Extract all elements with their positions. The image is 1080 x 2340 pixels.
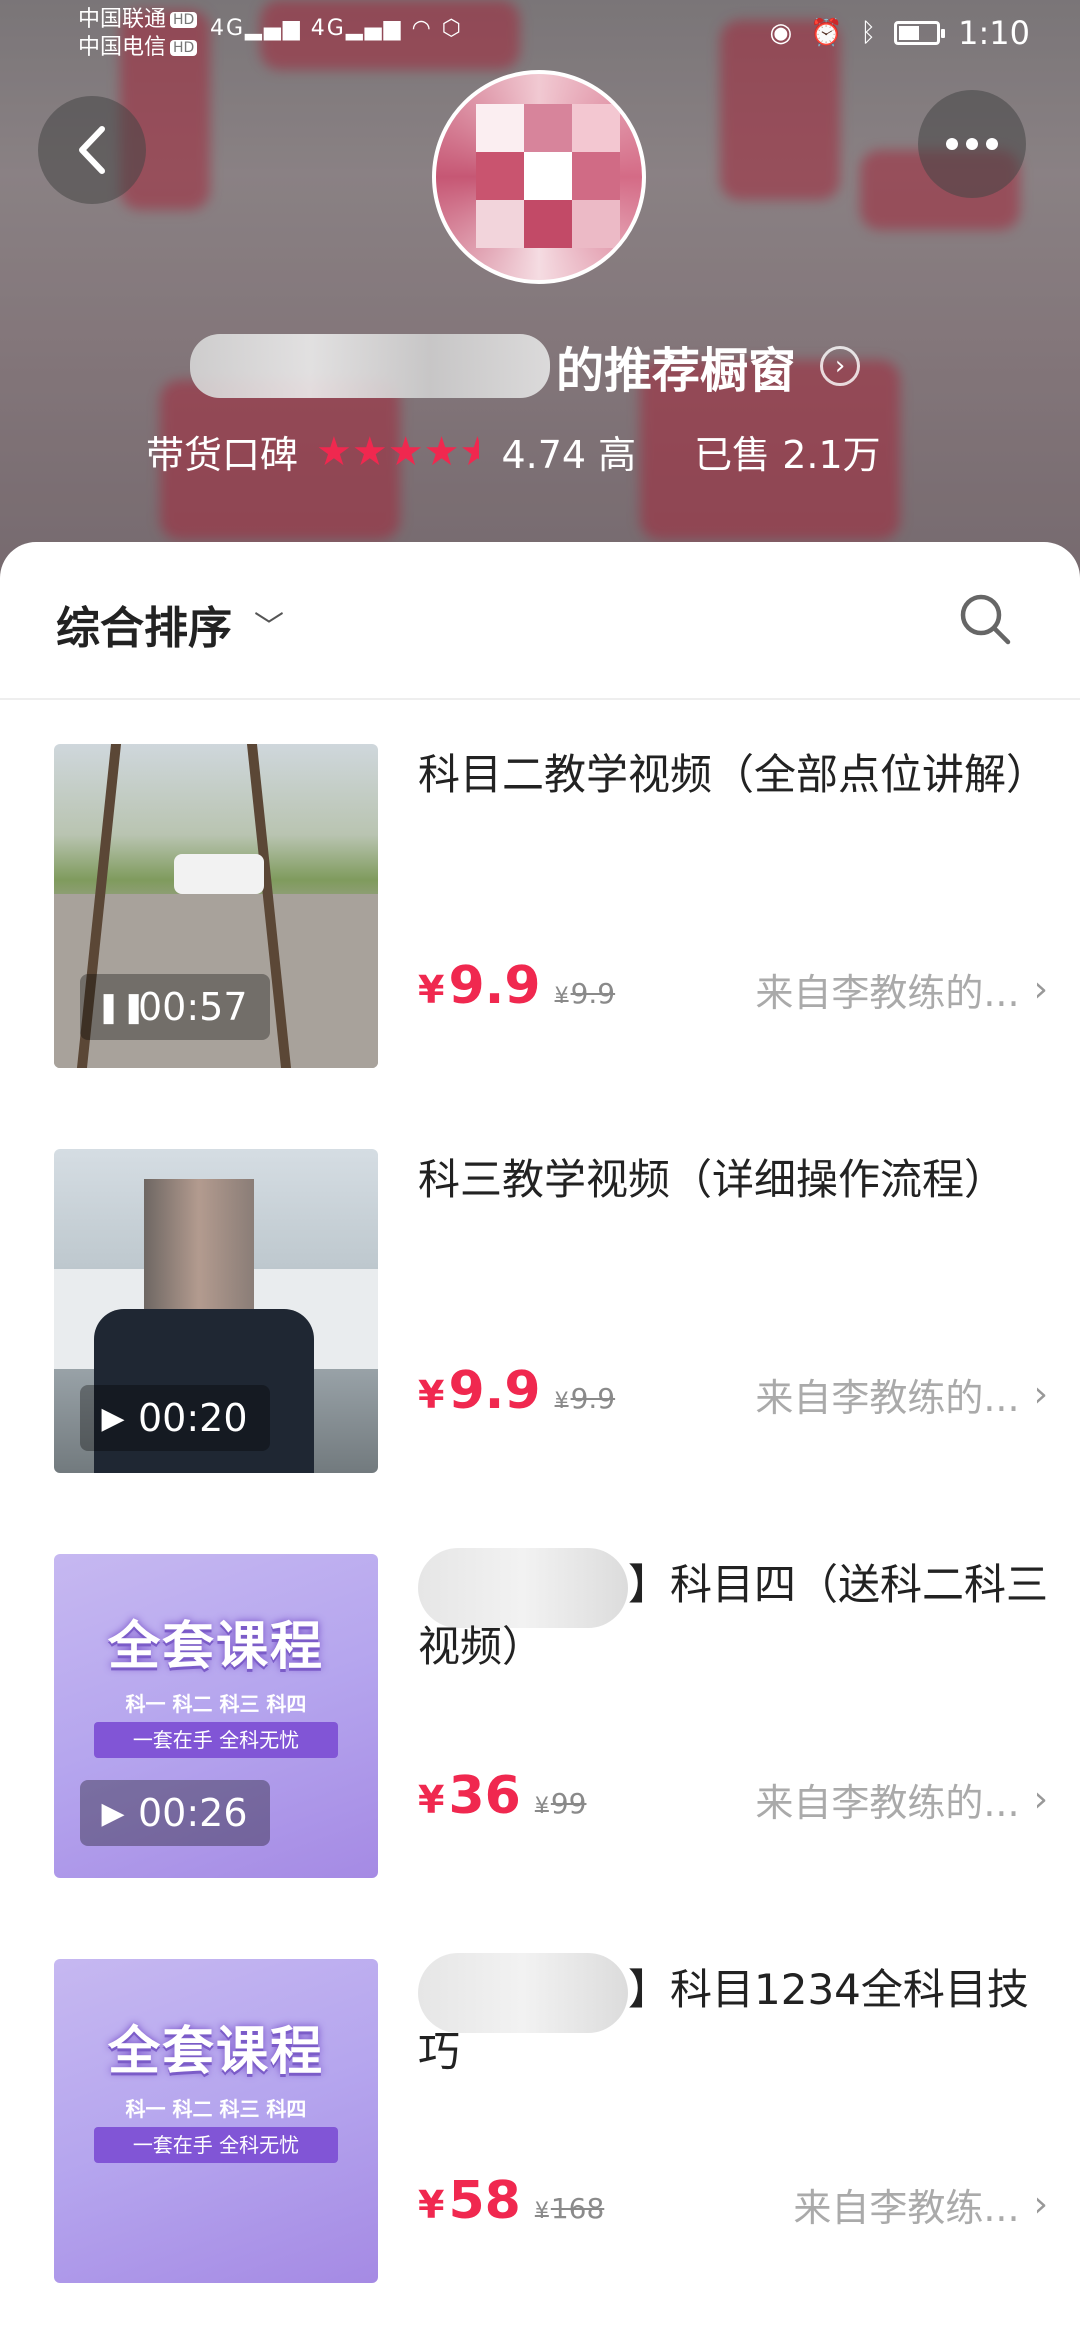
status-bar: 中国联通 HD 中国电信 HD 4G▂▄▆ 4G▂▄▆ ◠ ⬡ ◉ ⏰ ᛒ 1:10 xyxy=(0,0,1080,70)
original-price: ¥9.9 xyxy=(554,1382,616,1415)
chevron-right-icon: › xyxy=(1033,969,1048,1010)
product-item[interactable]: ▶ 00:20 科三教学视频（详细操作流程） ¥9.9 ¥9.9 来自李教练的.… xyxy=(0,1105,1080,1510)
thumbnail-banner: 一套在手 全科无忧 xyxy=(94,1722,338,1758)
video-duration: ▶ 00:26 xyxy=(80,1780,270,1846)
rating-label: 带货口碑 xyxy=(146,433,299,477)
chevron-left-icon xyxy=(79,126,105,174)
thumbnail-subtitle: 科一 科二 科三 科四 xyxy=(125,2097,307,2121)
thumbnail-subtitle: 科一 科二 科三 科四 xyxy=(125,1692,307,1716)
search-icon[interactable] xyxy=(956,590,1014,648)
bluetooth-icon: ᛒ xyxy=(860,18,877,48)
sale-price: ¥58 xyxy=(418,2171,521,2231)
sort-bar: 综合排序 ﹀ xyxy=(0,542,1080,700)
product-title[interactable]: 科三教学视频（详细操作流程） xyxy=(418,1149,1048,1211)
original-price: ¥168 xyxy=(534,2192,605,2225)
product-thumbnail[interactable]: 全套课程 科一 科二 科三 科四 一套在手 全科无忧 ▶ 00:26 xyxy=(54,1554,378,1878)
play-icon: ▶ xyxy=(101,1400,125,1436)
signal-icon: 4G▂▄▆ 4G▂▄▆ ◠ ⬡ xyxy=(210,16,463,41)
pause-icon: ❚❚ xyxy=(96,989,147,1025)
redacted-title-prefix xyxy=(418,1547,628,1628)
play-icon: ▶ xyxy=(101,1795,125,1831)
product-thumbnail[interactable]: ▶ 00:20 xyxy=(54,1149,378,1473)
product-list: ❚❚ 00:57 科目二教学视频（全部点位讲解） ¥9.9 ¥9.9 来自李教练… xyxy=(0,700,1080,2320)
shop-title[interactable]: 的推荐橱窗 › xyxy=(190,330,861,402)
sale-price: ¥9.9 xyxy=(418,956,541,1016)
chevron-right-icon: › xyxy=(1033,1779,1048,1820)
source-link[interactable]: 来自李教练的... › xyxy=(755,1772,1048,1827)
product-title[interactable]: 科目二教学视频（全部点位讲解） xyxy=(418,744,1048,806)
price-row: ¥9.9 ¥9.9 xyxy=(418,1361,615,1421)
rating-row: 带货口碑 ★★★★★ 4.74 高 已售 2.1万 xyxy=(146,424,881,479)
carrier-info: 中国联通 HD 中国电信 HD xyxy=(78,6,198,62)
source-link[interactable]: 来自李教练... › xyxy=(793,2177,1048,2232)
clock-time: 1:10 xyxy=(958,14,1030,52)
more-options-button[interactable] xyxy=(918,90,1026,198)
chevron-right-circle-icon: › xyxy=(820,346,861,386)
sale-price: ¥36 xyxy=(418,1766,521,1826)
alarm-icon: ⏰ xyxy=(810,18,843,48)
sale-price: ¥9.9 xyxy=(418,1361,541,1421)
product-item[interactable]: ❚❚ 00:57 科目二教学视频（全部点位讲解） ¥9.9 ¥9.9 来自李教练… xyxy=(0,700,1080,1105)
price-row: ¥9.9 ¥9.9 xyxy=(418,956,615,1016)
video-duration: ❚❚ 00:57 xyxy=(80,974,270,1040)
product-title[interactable]: 】科目1234全科目技巧 xyxy=(418,1952,1048,2083)
product-thumbnail[interactable]: ❚❚ 00:57 xyxy=(54,744,378,1068)
rating-stars: ★★★★★ xyxy=(316,428,480,475)
more-dots-icon xyxy=(946,138,998,150)
redacted-title-prefix xyxy=(418,1952,628,2033)
source-link[interactable]: 来自李教练的... › xyxy=(755,1367,1048,1422)
thumbnail-title: 全套课程 xyxy=(107,2022,324,2082)
price-row: ¥36 ¥99 xyxy=(418,1766,586,1826)
product-sheet: 综合排序 ﹀ ❚❚ 00:57 科目二教学视频（全部点位讲解） ¥9.9 ¥9.… xyxy=(0,542,1080,2340)
back-button[interactable] xyxy=(38,96,146,204)
product-title[interactable]: 】科目四（送科二科三视频） xyxy=(418,1547,1048,1678)
sold-count: 已售 2.1万 xyxy=(694,433,881,477)
chevron-right-icon: › xyxy=(1033,2184,1048,2225)
sort-dropdown[interactable]: 综合排序 ﹀ xyxy=(56,592,284,656)
shop-avatar[interactable] xyxy=(432,70,646,284)
product-item[interactable]: 全套课程 科一 科二 科三 科四 一套在手 全科无忧 】科目1234全科目技巧 … xyxy=(0,1915,1080,2320)
battery-icon xyxy=(894,21,946,45)
video-duration: ▶ 00:20 xyxy=(80,1385,270,1451)
redacted-shop-name xyxy=(190,334,550,398)
chevron-right-icon: › xyxy=(1033,1374,1048,1415)
price-row: ¥58 ¥168 xyxy=(418,2171,604,2231)
original-price: ¥99 xyxy=(534,1787,587,1820)
original-price: ¥9.9 xyxy=(554,977,616,1010)
product-item[interactable]: 全套课程 科一 科二 科三 科四 一套在手 全科无忧 ▶ 00:26 】科目四（… xyxy=(0,1510,1080,1915)
source-link[interactable]: 来自李教练的... › xyxy=(755,962,1048,1017)
product-thumbnail[interactable]: 全套课程 科一 科二 科三 科四 一套在手 全科无忧 xyxy=(54,1959,378,2283)
thumbnail-title: 全套课程 xyxy=(107,1617,324,1677)
rating-score: 4.74 高 xyxy=(501,433,637,477)
eye-icon: ◉ xyxy=(769,18,793,48)
chevron-down-icon: ﹀ xyxy=(254,610,284,645)
thumbnail-banner: 一套在手 全科无忧 xyxy=(94,2127,338,2163)
shop-header: 中国联通 HD 中国电信 HD 4G▂▄▆ 4G▂▄▆ ◠ ⬡ ◉ ⏰ ᛒ 1:10 xyxy=(0,0,1080,580)
